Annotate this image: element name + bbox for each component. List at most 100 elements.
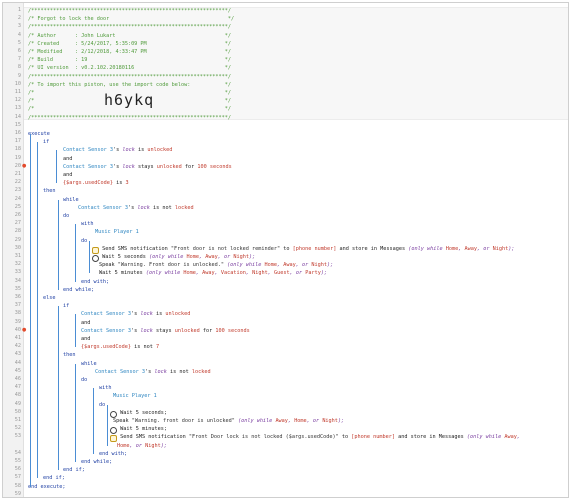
if-keyword[interactable]: if <box>63 302 69 310</box>
code-token: , or <box>217 254 234 260</box>
code-token: else <box>43 295 56 301</box>
line-number: 47 <box>14 384 21 391</box>
code-token: Away <box>464 245 477 252</box>
code-token: , or <box>295 262 312 269</box>
code-token: is not <box>130 344 156 351</box>
comment-author: /* Author : John Lukart */ <box>28 32 232 39</box>
comment-blank[interactable]: /* */ <box>28 105 231 113</box>
code-token: Wait 5 minutes; <box>117 426 167 433</box>
condition-line[interactable]: {$args.usedCode} is not 7 <box>81 343 159 351</box>
do-keyword[interactable]: do <box>63 212 69 220</box>
else-keyword[interactable]: else <box>43 294 56 302</box>
comment-blank[interactable]: /* */ <box>28 97 231 105</box>
code-token: Party <box>305 270 321 277</box>
then-keyword[interactable]: then <box>43 187 56 195</box>
action-line[interactable]: Wait 5 minutes (only while Home, Away, V… <box>99 269 327 277</box>
code-token: and store in Messages <box>336 245 409 252</box>
code-token: and <box>81 319 91 326</box>
timer-marker-icon: ● <box>22 162 27 169</box>
operator-and[interactable]: and <box>63 171 72 179</box>
code-token: Night <box>145 442 161 449</box>
comment-border[interactable]: /***************************************… <box>28 23 231 31</box>
code-token: ); <box>248 254 256 260</box>
line-number: 59 <box>14 490 21 497</box>
action-line-continued[interactable]: Home, or Night); <box>117 442 167 450</box>
do-keyword[interactable]: do <box>99 401 105 409</box>
device-name: Music Player 1 <box>95 229 139 236</box>
if-keyword[interactable]: if <box>43 138 49 146</box>
device-line[interactable]: Music Player 1 <box>95 228 139 236</box>
end-with[interactable]: end with; <box>81 278 109 286</box>
while-keyword[interactable]: while <box>81 360 97 368</box>
action-line[interactable]: Wait 5 minutes; <box>117 425 167 433</box>
condition-line[interactable]: Contact Sensor 3's lock is not locked <box>95 368 211 376</box>
end-while[interactable]: end while; <box>81 458 112 466</box>
comment-created[interactable]: /* Created : 5/24/2017, 5:35:09 PM */ <box>28 40 231 48</box>
end-while[interactable]: end while; <box>63 286 94 294</box>
operator-and[interactable]: and <box>81 335 90 343</box>
condition-line[interactable]: Contact Sensor 3's lock is not locked <box>78 204 194 212</box>
comment-modified[interactable]: /* Modified : 2/12/2018, 4:33:47 PM */ <box>28 48 231 56</box>
operator-and[interactable]: and <box>81 319 90 327</box>
end-execute[interactable]: end execute; <box>28 483 65 491</box>
action-line[interactable]: Wait 5 seconds; <box>117 409 167 417</box>
action-line[interactable]: Speak "Warning. front door is unlocked" … <box>113 417 344 425</box>
line-number: 35 <box>14 285 21 292</box>
end-if[interactable]: end if; <box>63 466 85 474</box>
code-token: and <box>63 155 73 162</box>
end-with[interactable]: end with; <box>99 450 127 458</box>
comment-border[interactable]: /***************************************… <box>28 7 231 15</box>
operator-and[interactable]: and <box>63 155 72 163</box>
value: unlocked <box>165 311 191 318</box>
code-token: ); <box>508 245 515 252</box>
code-token: Night <box>492 245 509 252</box>
code-token: do <box>99 401 106 408</box>
action-line[interactable]: Wait 5 seconds (only while Home, Away, o… <box>99 253 255 261</box>
device-name: Contact Sensor 3 <box>78 204 128 211</box>
device-line[interactable]: Music Player 1 <box>113 392 157 400</box>
string: "Warning. front door is unlocked" <box>131 418 235 424</box>
execute-keyword[interactable]: execute <box>28 130 50 138</box>
comment-author[interactable]: /* Author : John Lukart */ <box>28 32 231 40</box>
condition-line[interactable]: Contact Sensor 3's lock is unlocked <box>63 146 172 154</box>
code-token: for <box>181 163 198 170</box>
line-number: 41 <box>14 335 21 341</box>
code-token: end while; <box>81 459 113 465</box>
comment-title[interactable]: /* Forgot to lock the door */ <box>28 15 234 23</box>
comment-blank[interactable]: /* */ <box>28 89 231 97</box>
condition-line[interactable]: {$args.usedCode} is 3 <box>63 179 129 187</box>
comment-border[interactable]: /***************************************… <box>28 114 231 122</box>
while-keyword[interactable]: while <box>63 196 79 204</box>
comment-ui-version: /* UI version : v0.2.102.20180116 */ <box>28 65 232 72</box>
code-token: 's <box>130 311 141 318</box>
condition-line[interactable]: Contact Sensor 3's lock is unlocked <box>81 310 190 318</box>
action-line[interactable]: Speak "Warning. Front door is unlocked."… <box>99 261 333 269</box>
condition-line[interactable]: Contact Sensor 3's lock stays unlocked f… <box>81 327 250 335</box>
then-keyword[interactable]: then <box>63 351 76 359</box>
with-keyword[interactable]: with <box>99 384 112 392</box>
condition-line[interactable]: Contact Sensor 3's lock stays unlocked f… <box>63 163 232 171</box>
do-keyword[interactable]: do <box>81 237 87 245</box>
with-keyword[interactable]: with <box>81 220 94 228</box>
variable: {$args.usedCode} <box>63 180 113 187</box>
code-token: Speak <box>99 262 118 269</box>
code-token: end with; <box>99 450 128 457</box>
comment-import[interactable]: /* To import this piston, use the import… <box>28 81 231 89</box>
code-token: Home <box>186 254 199 260</box>
code-token: if <box>43 139 50 146</box>
comment-border[interactable]: /***************************************… <box>28 73 231 81</box>
comment-ui-version[interactable]: /* UI version : v0.2.102.20180116 */ <box>28 64 231 72</box>
comment-build[interactable]: /* Build : 19 */ <box>28 56 231 64</box>
end-if[interactable]: end if; <box>43 474 65 482</box>
action-line[interactable]: Send SMS notification "Front Door lock i… <box>117 433 520 441</box>
action-line[interactable]: Send SMS notification "Front door is not… <box>99 245 514 253</box>
line-number: 42 <box>14 343 21 350</box>
line-number: 8 <box>17 64 21 71</box>
execute-bracket <box>30 134 31 487</box>
line-number: 25 <box>14 203 21 210</box>
code-token: 's <box>112 147 123 154</box>
do-keyword[interactable]: do <box>81 376 87 384</box>
attribute: lock <box>137 204 150 211</box>
piston-code-view: 1 2 3 4 5 6 7 8 9 10 11 12 13 14 15 16 17 18 19 20 21 22 23 24 2… <box>2 2 569 498</box>
code-token: is not <box>166 368 192 375</box>
